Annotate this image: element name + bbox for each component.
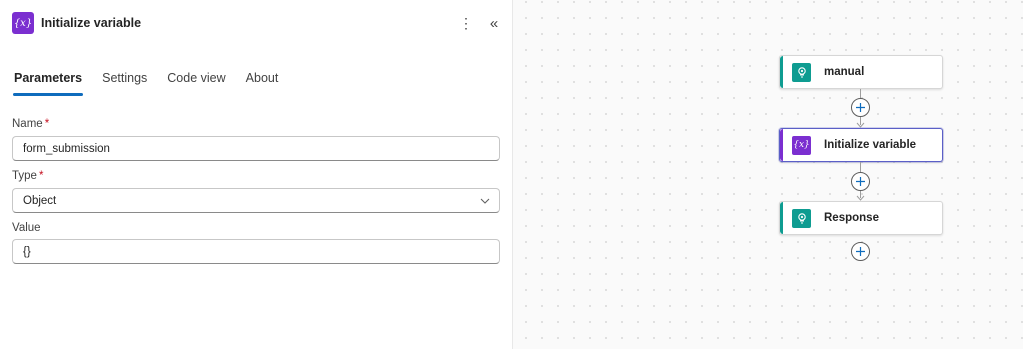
name-label-text: Name: [12, 118, 43, 130]
node-accent-bar: [780, 129, 783, 161]
action-node-response[interactable]: Response: [779, 201, 943, 235]
value-input-value: {}: [23, 245, 31, 258]
required-marker: *: [44, 118, 50, 130]
add-step-button[interactable]: [851, 242, 870, 261]
node-label: Initialize variable: [824, 139, 917, 151]
panel-header: {x} Initialize variable: [12, 12, 141, 34]
required-marker: *: [38, 170, 44, 182]
action-node-initialize-variable[interactable]: {x} Initialize variable: [779, 128, 943, 162]
variable-icon: {x}: [792, 135, 811, 155]
variable-icon: {x}: [12, 12, 34, 34]
name-input[interactable]: form_submission: [12, 136, 500, 161]
plus-icon: [856, 177, 865, 186]
response-icon: [792, 208, 811, 228]
type-dropdown-value: Object: [23, 194, 57, 207]
type-label-text: Type: [12, 170, 37, 182]
type-dropdown[interactable]: Object: [12, 188, 500, 213]
value-input[interactable]: {}: [12, 239, 500, 264]
add-step-button[interactable]: [851, 98, 870, 117]
panel-title[interactable]: Initialize variable: [41, 16, 141, 30]
tab-settings[interactable]: Settings: [102, 71, 147, 95]
node-accent-bar: [780, 202, 783, 234]
value-label-text: Value: [12, 222, 41, 234]
plus-icon: [856, 247, 865, 256]
panel-divider: [512, 0, 513, 349]
value-field-label: Value: [12, 222, 41, 234]
collapse-panel-icon[interactable]: «: [486, 14, 502, 32]
more-options-icon[interactable]: ⋮: [458, 14, 474, 32]
plus-icon: [856, 103, 865, 112]
chevron-down-icon: [480, 198, 490, 204]
designer-canvas[interactable]: [512, 0, 1023, 349]
node-label: Response: [824, 212, 879, 224]
node-label: manual: [824, 66, 865, 78]
tab-parameters[interactable]: Parameters: [12, 71, 84, 96]
action-details-panel: {x} Initialize variable ⋮ « Parameters S…: [0, 0, 512, 349]
name-input-value: form_submission: [23, 142, 110, 155]
node-accent-bar: [780, 56, 783, 88]
type-field-label: Type *: [12, 170, 43, 182]
tab-code-view[interactable]: Code view: [167, 71, 225, 95]
trigger-node-manual[interactable]: manual: [779, 55, 943, 89]
request-trigger-icon: [792, 62, 811, 82]
name-field-label: Name *: [12, 118, 49, 130]
app-root: {x} Initialize variable ⋮ « Parameters S…: [0, 0, 1023, 349]
tab-list: Parameters Settings Code view About: [12, 71, 298, 96]
tab-about[interactable]: About: [246, 71, 279, 95]
add-step-button[interactable]: [851, 172, 870, 191]
